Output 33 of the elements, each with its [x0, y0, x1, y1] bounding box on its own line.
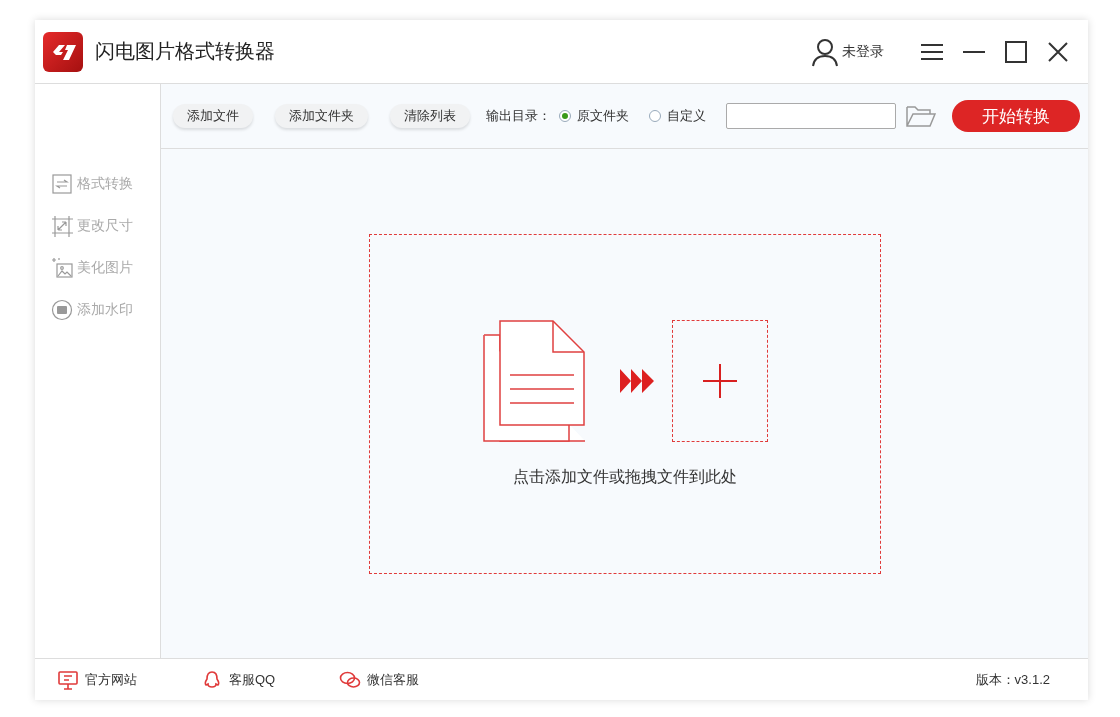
documents-icon	[481, 319, 586, 443]
toolbar-button[interactable]: 添加文件夹	[275, 104, 368, 128]
footer-link[interactable]: 客服QQ	[229, 670, 276, 689]
user-icon[interactable]	[810, 36, 840, 67]
drop-zone[interactable]: 点击添加文件或拖拽文件到此处	[368, 233, 881, 574]
login-status[interactable]: 未登录	[842, 42, 884, 61]
window-title: 闪电图片格式转换器	[95, 39, 275, 64]
radio-button[interactable]	[559, 110, 571, 122]
drop-hint: 点击添加文件或拖拽文件到此处	[512, 467, 737, 487]
radio-button[interactable]	[649, 110, 661, 122]
radio-label[interactable]: 自定义	[667, 107, 706, 125]
plus-icon	[702, 364, 737, 398]
monitor-icon	[57, 669, 79, 690]
add-file-box[interactable]	[671, 320, 768, 442]
footer-link[interactable]: 官方网站	[85, 670, 137, 689]
close-icon[interactable]	[1046, 39, 1070, 64]
start-button[interactable]: 开始转换	[952, 100, 1080, 132]
resize-icon	[51, 215, 73, 237]
chat-bubbles-icon	[339, 669, 362, 690]
seal-icon	[51, 299, 73, 321]
swap-arrows-icon	[51, 173, 73, 195]
triple-arrow-icon	[619, 369, 654, 393]
footer-link[interactable]: 微信客服	[367, 670, 420, 689]
maximize-icon[interactable]	[1004, 39, 1028, 64]
folder-icon[interactable]	[906, 105, 936, 127]
toolbar-button[interactable]: 添加文件	[173, 104, 253, 128]
output-path-field[interactable]	[726, 103, 896, 129]
app-logo-icon	[43, 31, 83, 72]
radio-label[interactable]: 原文件夹	[577, 107, 629, 125]
sparkle-image-icon	[51, 257, 73, 279]
version-label: 版本：v3.1.2	[975, 670, 1050, 689]
toolbar-button[interactable]: 清除列表	[390, 104, 470, 128]
output-label: 输出目录：	[486, 107, 551, 125]
